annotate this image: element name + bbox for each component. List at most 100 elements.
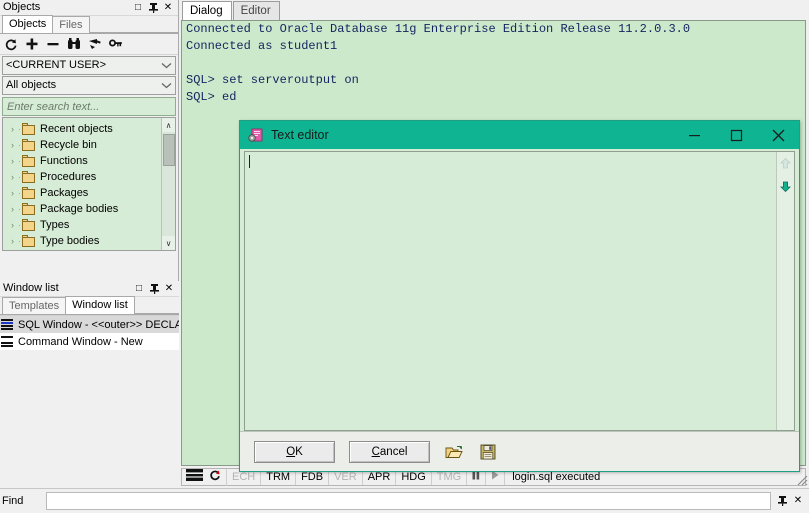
objects-restore-icon[interactable]: □ (133, 2, 143, 13)
application-window: Objects □ ✕ Objects Files <CURRENT USER>… (0, 0, 809, 513)
objects-panel-caption: Objects □ ✕ (0, 0, 178, 16)
text-editor-titlebar[interactable]: Text editor (240, 121, 799, 149)
window-list-pin-icon[interactable] (149, 283, 159, 294)
window-type-icon (184, 468, 207, 486)
tree-item-label: Packages (40, 187, 89, 199)
objects-tabstrip-filler (88, 16, 178, 33)
expander-icon[interactable]: › (7, 140, 18, 150)
expander-icon[interactable]: › (7, 172, 18, 182)
expander-icon[interactable]: › (7, 220, 18, 230)
command-window-icon (1, 336, 14, 347)
folder-icon (22, 202, 36, 215)
tree-item-types[interactable]: › · Types (3, 217, 175, 233)
tree-item-label: Package bodies (40, 203, 119, 215)
find-close-icon[interactable]: ✕ (793, 496, 803, 507)
text-editor-textarea[interactable] (245, 152, 776, 430)
scroll-down-button[interactable]: ∨ (161, 236, 175, 250)
tree-item-label: Functions (40, 155, 88, 167)
object-filter-value: All objects (6, 79, 57, 91)
window-list-restore-icon[interactable]: □ (134, 283, 144, 294)
output-line: Connected as student1 (186, 39, 338, 53)
window-list-item-sql-window[interactable]: SQL Window - <<outer>> DECLAR (0, 316, 179, 333)
refresh-status-icon[interactable] (207, 468, 227, 486)
object-filter-combo[interactable]: All objects (2, 76, 176, 95)
find-pin-icon[interactable] (777, 496, 787, 507)
objects-tabstrip: Objects Files (0, 15, 178, 34)
maximize-button[interactable] (715, 121, 757, 149)
filter-icon[interactable] (88, 37, 102, 51)
ok-suffix: K (295, 445, 303, 458)
text-editor-sidebar (776, 152, 794, 430)
scroll-up-button[interactable]: ∧ (161, 118, 175, 132)
text-editor-dialog: Text editor OK Cancel (239, 120, 800, 472)
tree-item-package-bodies[interactable]: › · Package bodies (3, 201, 175, 217)
find-bar-buttons: ✕ (771, 496, 809, 507)
tree-item-label: Types (40, 219, 70, 231)
scroll-up-icon[interactable] (779, 157, 792, 173)
refresh-icon[interactable] (4, 37, 18, 51)
output-line: SQL> ed (186, 90, 237, 104)
objects-toolbar (0, 34, 178, 55)
key-icon[interactable] (109, 37, 123, 51)
tab-templates[interactable]: Templates (2, 297, 67, 314)
window-list-item-command-window[interactable]: Command Window - New (0, 333, 179, 350)
object-tree[interactable]: › · Recent objects › · Recycle bin › · F… (2, 117, 176, 251)
scroll-track[interactable] (162, 132, 176, 236)
scroll-down-icon[interactable] (779, 180, 792, 196)
window-list-caption-buttons: □ ✕ (134, 283, 177, 294)
open-folder-icon[interactable] (444, 442, 464, 462)
close-button[interactable] (757, 121, 799, 149)
tab-files[interactable]: Files (52, 16, 90, 33)
resize-grip[interactable] (794, 472, 808, 486)
objects-close-icon[interactable]: ✕ (163, 2, 173, 13)
save-disk-icon[interactable] (478, 442, 498, 462)
collapse-minus-icon[interactable] (46, 37, 60, 51)
text-editor-footer: OK Cancel (240, 431, 799, 471)
tree-item-recycle-bin[interactable]: › · Recycle bin (3, 137, 175, 153)
objects-pin-icon[interactable] (148, 2, 158, 13)
scroll-thumb[interactable] (162, 134, 175, 166)
find-binoculars-icon[interactable] (67, 37, 81, 51)
current-user-combo[interactable]: <CURRENT USER> (2, 56, 176, 75)
window-list-title: Window list (3, 282, 59, 294)
text-editor-title: Text editor (271, 128, 329, 142)
expander-icon[interactable]: › (7, 124, 18, 134)
window-list-item-label: SQL Window - <<outer>> DECLAR (18, 318, 179, 331)
tree-item-procedures[interactable]: › · Procedures (3, 169, 175, 185)
tree-item-functions[interactable]: › · Functions (3, 153, 175, 169)
chevron-down-icon[interactable] (160, 61, 173, 71)
window-list-panel: Window list □ ✕ Templates Window list SQ… (0, 281, 179, 488)
minimize-button[interactable] (673, 121, 715, 149)
chevron-down-icon[interactable] (160, 81, 173, 91)
tab-editor[interactable]: Editor (232, 1, 280, 20)
find-label: Find (2, 495, 24, 507)
output-line: Connected to Oracle Database 11g Enterpr… (186, 22, 691, 36)
expander-icon[interactable]: › (7, 188, 18, 198)
tab-window-list[interactable]: Window list (65, 296, 135, 314)
script-gear-icon (248, 128, 263, 143)
expander-icon[interactable]: › (7, 204, 18, 214)
window-list-caption: Window list □ ✕ (0, 281, 179, 297)
cancel-suffix: ancel (379, 445, 408, 458)
tab-dialog[interactable]: Dialog (182, 1, 232, 20)
expander-icon[interactable]: › (7, 236, 18, 246)
window-list-close-icon[interactable]: ✕ (164, 283, 174, 294)
cancel-button[interactable]: Cancel (349, 440, 430, 463)
left-dock: Objects □ ✕ Objects Files <CURRENT USER>… (0, 0, 179, 488)
tree-item-packages[interactable]: › · Packages (3, 185, 175, 201)
tab-objects[interactable]: Objects (2, 15, 54, 33)
tree-item-recent-objects[interactable]: › · Recent objects (3, 121, 175, 137)
text-editor-body (244, 151, 795, 431)
tree-item-type-bodies[interactable]: › · Type bodies (3, 233, 175, 249)
output-line-blank (182, 55, 805, 72)
ok-button[interactable]: OK (254, 440, 335, 463)
expander-icon[interactable]: › (7, 156, 18, 166)
window-list-items: SQL Window - <<outer>> DECLAR Command Wi… (0, 315, 179, 350)
expand-plus-icon[interactable] (25, 37, 39, 51)
main-tabstrip: Dialog Editor (179, 0, 809, 20)
tree-item-label: Recent objects (40, 123, 113, 135)
folder-icon (22, 154, 36, 167)
find-input[interactable] (46, 492, 771, 510)
search-input[interactable]: Enter search text... (2, 97, 176, 116)
object-tree-scrollbar[interactable]: ∧ ∨ (161, 118, 175, 250)
